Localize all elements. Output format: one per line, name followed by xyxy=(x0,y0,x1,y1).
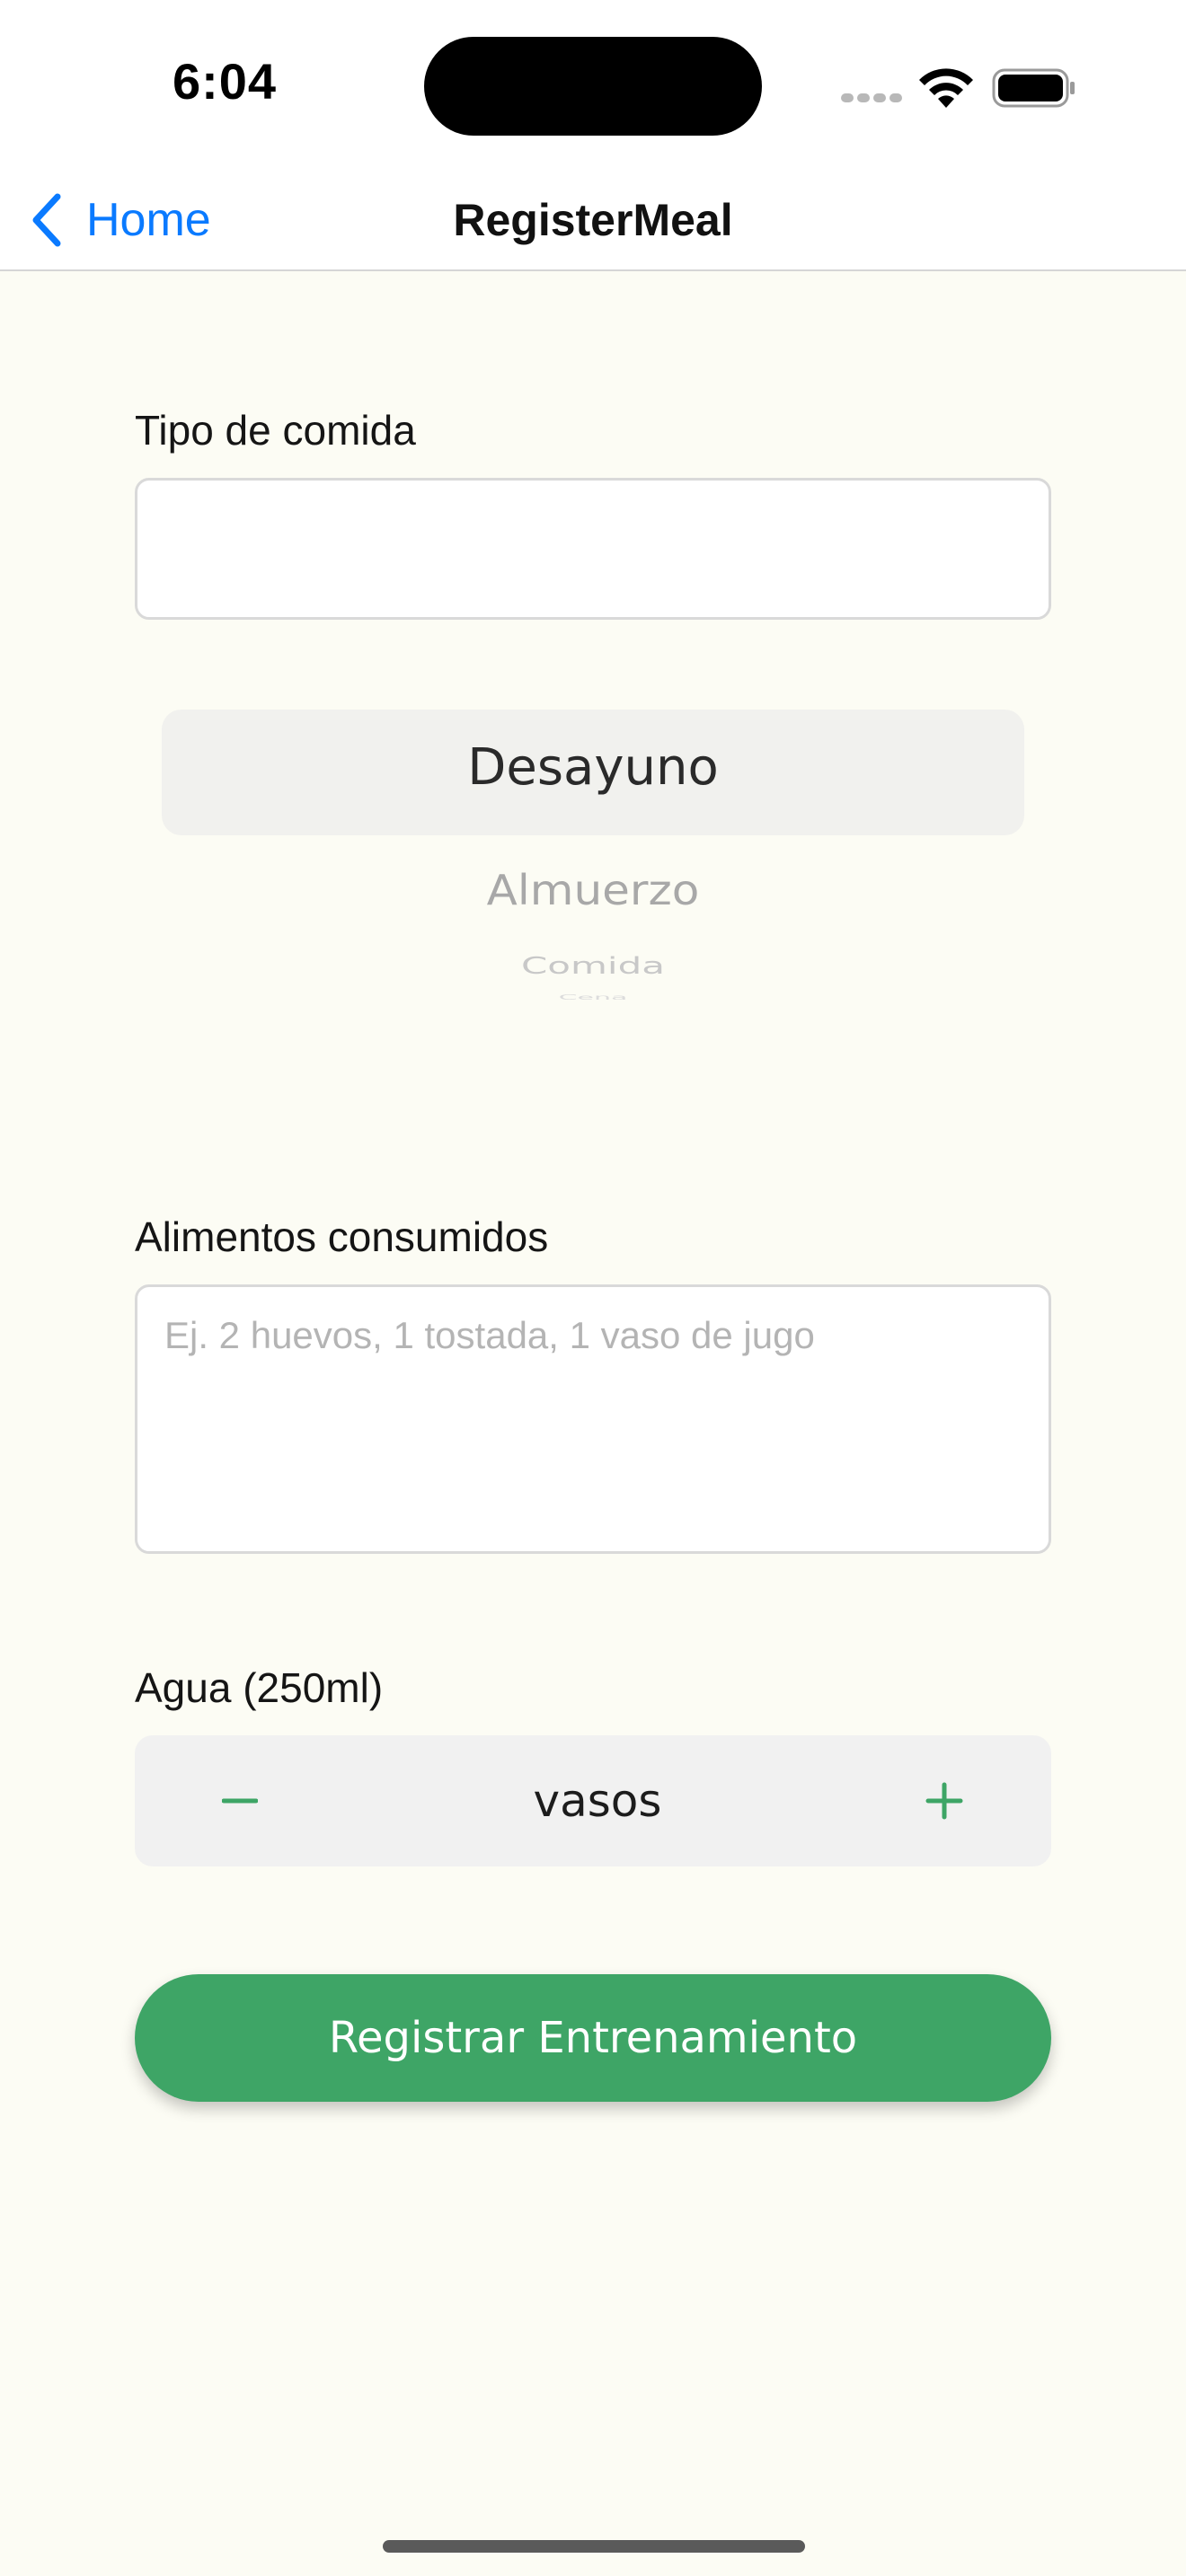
wifi-icon xyxy=(919,68,973,108)
meal-type-input[interactable] xyxy=(135,478,1051,620)
minus-icon xyxy=(222,1798,258,1804)
increment-button[interactable] xyxy=(877,1735,1012,1866)
back-button[interactable]: Home xyxy=(27,180,211,260)
foods-label: Alimentos consumidos xyxy=(135,1213,549,1260)
battery-icon xyxy=(992,68,1075,108)
picker-option-selected[interactable]: Desayuno xyxy=(135,738,1051,797)
chevron-left-icon xyxy=(32,193,61,247)
plus-icon xyxy=(925,1782,963,1820)
home-indicator xyxy=(383,2540,805,2553)
submit-button[interactable]: Registrar Entrenamiento xyxy=(135,1974,1051,2102)
foods-input[interactable] xyxy=(135,1284,1051,1554)
page-title: RegisterMeal xyxy=(453,195,733,245)
water-value: vasos xyxy=(533,1775,662,1827)
water-label: Agua (250ml) xyxy=(135,1664,384,1711)
picker-option[interactable]: Almuerzo xyxy=(135,866,1051,914)
meal-type-label: Tipo de comida xyxy=(135,407,416,454)
status-bar: 6:04 xyxy=(0,0,1186,171)
picker-option[interactable]: Cena xyxy=(135,993,1051,1001)
decrement-button[interactable] xyxy=(173,1735,307,1866)
status-time: 6:04 xyxy=(172,53,278,110)
cellular-signal-icon xyxy=(841,93,902,106)
meal-type-picker[interactable]: Desayuno Almuerzo Comida Cena xyxy=(135,692,1051,1042)
picker-option[interactable]: Comida xyxy=(135,952,1051,979)
dynamic-island xyxy=(424,37,762,136)
back-label: Home xyxy=(86,194,211,246)
navigation-bar: Home RegisterMeal xyxy=(0,171,1186,271)
water-stepper: vasos xyxy=(135,1735,1051,1866)
